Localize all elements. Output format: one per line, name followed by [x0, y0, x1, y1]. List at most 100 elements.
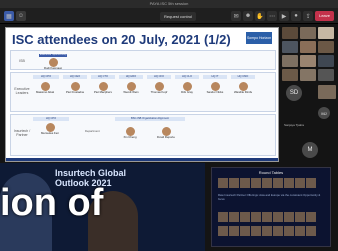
person-name: Xin Cheng [123, 136, 137, 139]
face-photo [251, 226, 261, 236]
round-tables-title: Round Tables [258, 170, 284, 175]
person-name: Massimo Abaldo [36, 91, 54, 94]
toolbar-center: Request control [160, 11, 197, 21]
dept-label: HQ CPO [33, 117, 69, 121]
participant-video[interactable] [300, 27, 316, 39]
person-name: Rudi Kasmawan [44, 67, 62, 70]
face-photo [240, 226, 250, 236]
face-photo [295, 212, 305, 222]
person-card: Piet Frustadner [66, 82, 84, 95]
person-name: Dovid Reporter [157, 136, 175, 139]
faces-row [218, 212, 316, 222]
person-name: Dirk Gray [181, 91, 193, 94]
person-photo [154, 82, 164, 91]
face-photo [284, 212, 294, 222]
request-control-button[interactable]: Request control [160, 11, 197, 21]
participant-video[interactable] [318, 69, 334, 81]
round-tables-slide[interactable]: Round Tables Raw Insurtech Partner Offer… [211, 167, 331, 247]
face-photo [240, 178, 250, 188]
participants-icon[interactable]: ☻ [243, 11, 254, 21]
face-photo [218, 226, 228, 236]
person-photo [182, 82, 192, 91]
face-photo [262, 226, 272, 236]
person-photo [210, 82, 220, 91]
participant-video[interactable] [282, 55, 298, 67]
chat-icon[interactable]: ✉ [231, 11, 242, 21]
person-card: Wandile Dimbe [234, 82, 252, 95]
person-card: Xin Cheng [121, 127, 139, 140]
person-card: Thomas Kopf [150, 82, 168, 95]
people-icon[interactable]: ☺ [16, 11, 26, 21]
video-title-line1: Insurtech Global [55, 168, 127, 178]
dept-label: HQ CEO [63, 75, 87, 79]
participant-video[interactable] [318, 85, 336, 99]
participant-video[interactable] [318, 27, 334, 39]
person-name: Thomas Kopf [150, 91, 168, 94]
dept-label: HQ CTO [91, 75, 115, 79]
face-photo [218, 178, 228, 188]
grid-view-icon[interactable]: ▦ [4, 11, 14, 21]
more-options-icon[interactable]: ⋯ [267, 11, 278, 21]
executive-leaders-section: Executive Leaders HQ CPO HQ CEO HQ CTO H… [10, 72, 276, 112]
share-screen-icon[interactable]: ⇪ [303, 11, 314, 21]
executive-leaders-label: Executive Leaders [14, 87, 30, 95]
window-title: PAYA ISC 5th session [149, 1, 189, 6]
participant-panel: SD MJ Sanjaya Tjakra M [282, 27, 338, 162]
face-photo [218, 212, 228, 222]
face-photo [262, 212, 272, 222]
toolbar-right: ✉ ☻ ✋ ⋯ ▶ ● ⇪ Leave [231, 11, 334, 21]
round-tables-text: Raw Insurtech Partner Offerings: Asia an… [218, 193, 321, 201]
face-photo [306, 212, 316, 222]
microphone-icon[interactable]: ● [291, 11, 302, 21]
presenter-video[interactable]: Insurtech Global Outlook 2021 ion of [0, 163, 205, 251]
experts-section: Insurtech / Partner HQ CPO Mercedes Fern… [10, 114, 276, 156]
participant-video[interactable] [300, 69, 316, 81]
participant-avatar[interactable]: MJ [318, 107, 330, 119]
dept-label: HQ CPO [33, 75, 59, 79]
face-photo [284, 178, 294, 188]
face-photo [273, 178, 283, 188]
face-photo [306, 226, 316, 236]
camera-icon[interactable]: ▶ [279, 11, 290, 21]
person-card: Dirk Gray [178, 82, 196, 95]
leave-button[interactable]: Leave [315, 11, 334, 21]
person-card: Dovid Reporter [157, 127, 175, 140]
face-photo [229, 226, 239, 236]
person-photo [98, 82, 108, 91]
participant-video[interactable] [318, 55, 334, 67]
caption-overlay: ion of [0, 182, 104, 224]
participant-video[interactable] [282, 41, 298, 53]
participant-video[interactable] [318, 41, 334, 53]
dept-label: HQ IT [203, 75, 227, 79]
participant-avatar[interactable]: SD [286, 85, 302, 101]
person-photo [40, 82, 50, 91]
dept-label: HQ CMO [231, 75, 255, 79]
person-card: Sandor Nicks [206, 82, 224, 95]
participant-video[interactable] [300, 55, 316, 67]
face-photo [229, 178, 239, 188]
shared-slide: ISC attendees on 20 July, 2021 (1/2) Som… [5, 27, 279, 162]
slide-title: ISC attendees on 20 July, 2021 (1/2) [12, 32, 231, 47]
dept-label: HQ CFO [147, 75, 171, 79]
slide-footer-bar [6, 158, 278, 161]
person-card: Rudi Kasmawan [44, 58, 62, 71]
person-photo [238, 82, 248, 91]
raise-hand-icon[interactable]: ✋ [255, 11, 266, 21]
faces-row [218, 178, 316, 188]
dept-label: HQ HRO [119, 75, 143, 79]
face-photo [273, 226, 283, 236]
participant-avatar[interactable]: M [302, 142, 318, 158]
face-photo [240, 212, 250, 222]
isb-section: ISB Executive Sponsorship Rudi Kasmawan [10, 50, 276, 70]
person-name: Mercedes Fernandez [41, 132, 59, 135]
alignment-label: BSC-ISB Organization Alignment [115, 117, 185, 121]
participant-video[interactable] [282, 69, 298, 81]
face-photo [295, 226, 305, 236]
isb-label: ISB [19, 59, 25, 63]
person-photo [161, 127, 171, 136]
participant-video[interactable] [300, 41, 316, 53]
meeting-toolbar: ▦ ☺ Request control ✉ ☻ ✋ ⋯ ▶ ● ⇪ Leave [0, 8, 338, 24]
face-photo [273, 212, 283, 222]
participant-video[interactable] [282, 27, 298, 39]
face-photo [262, 178, 272, 188]
